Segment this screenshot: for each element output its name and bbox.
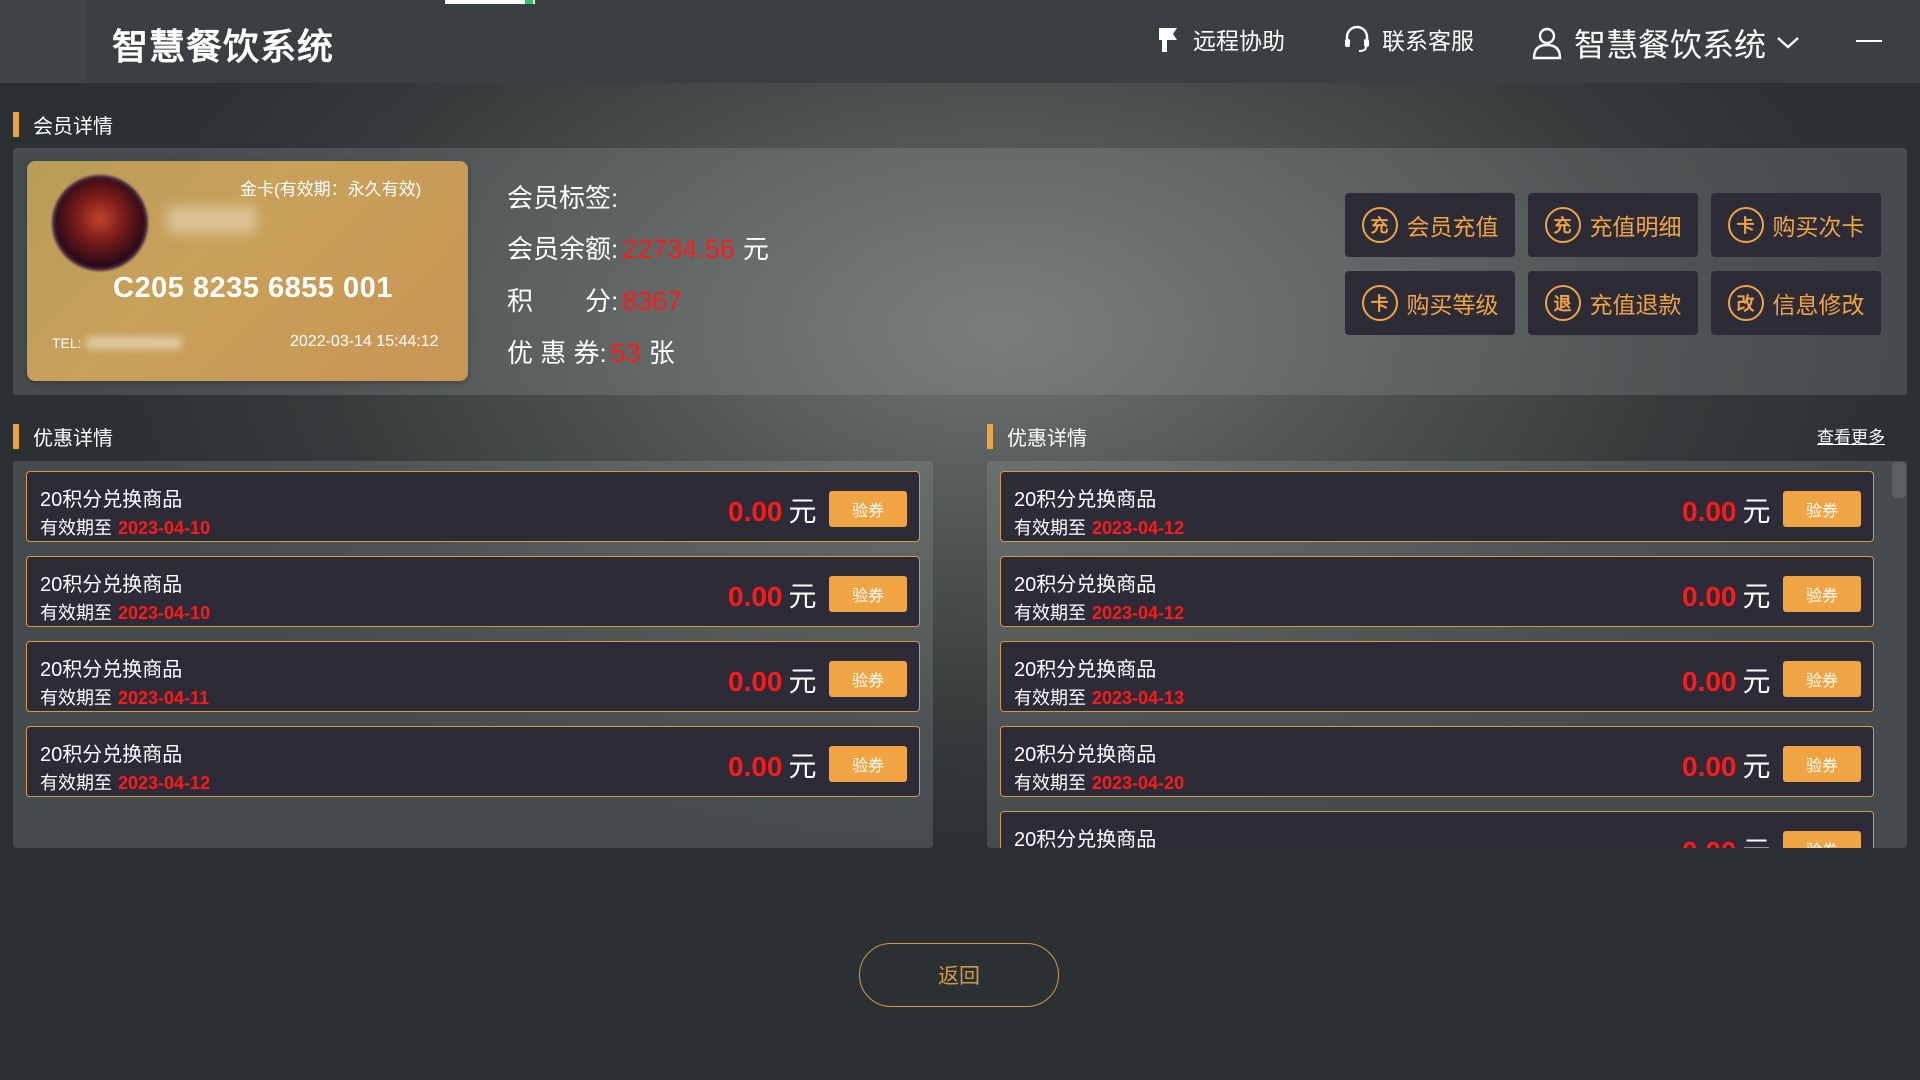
recharge-refund-button[interactable]: 退充值退款 [1528,271,1698,335]
coupon-item: 20积分兑换商品有效期至 2023-04-12 0.00 元验券 [26,726,920,797]
buy-level-button[interactable]: 卡购买等级 [1345,271,1515,335]
coupon-amount: 0.00元 [728,666,817,697]
remote-help-button[interactable]: 远程协助 [1153,22,1285,56]
verify-coupon-button[interactable]: 验券 [829,576,907,612]
coupon-name: 20积分兑换商品 [1014,489,1157,511]
coupon-expiry: 有效期至 2023-04-20 [1014,773,1185,793]
coupon-expiry: 有效期至 2023-04-12 [1014,518,1185,538]
member-recharge-button[interactable]: 充会员充值 [1345,193,1515,257]
user-menu[interactable]: 智慧餐饮系统 [1530,20,1800,66]
action-badge-icon: 退 [1544,285,1581,321]
action-label: 充值明细 [1589,214,1682,240]
verify-coupon-button[interactable]: 验券 [1783,661,1861,697]
coupon-expiry: 有效期至 2023-04-12 [40,773,211,793]
member-balance: 会员余额: 22734.56 元 [507,234,769,264]
coupon-amount: 0.00元 [1682,830,1771,848]
coupon-item: 20积分兑换商品有效期至 2023-04-12 0.00 元验券 [1000,556,1874,627]
coupon-name: 20积分兑换商品 [40,489,183,511]
card-date: 2022-03-14 15:44:12 [290,333,439,350]
user-menu-label: 智慧餐饮系统 [1574,27,1767,63]
member-points: 积 分: 8367 [507,286,683,316]
coupon-item: 20积分兑换商品有效期至 2023-04-20 0.00 元验券 [1000,726,1874,797]
member-coupons: 优 惠 券: 53 张 [507,338,675,368]
coupon-item: 20积分兑换商品有效期至 2023-04-11 0.00 元验券 [26,641,920,712]
chevron-down-icon [1777,37,1799,49]
coupon-expiry: 有效期至 2023-04-12 [1014,603,1185,623]
action-label: 购买等级 [1406,292,1499,318]
action-badge-icon: 卡 [1727,207,1764,243]
coupon-amount: 0.00元 [728,581,817,612]
coupon-name: 20积分兑换商品 [1014,744,1157,766]
coupon-item: 20积分兑换商品有效期至 2023-04-10 0.00 元验券 [26,471,920,542]
coupon-expiry: 有效期至 2023-04-10 [40,518,211,538]
customer-service-button[interactable]: 联系客服 [1342,22,1474,56]
action-label: 信息修改 [1772,292,1865,318]
coupon-name: 20积分兑换商品 [1014,659,1157,681]
avatar [52,175,148,271]
verify-coupon-button[interactable]: 验券 [1783,746,1861,782]
action-badge-icon: 充 [1361,207,1398,243]
verify-coupon-button[interactable]: 验券 [1783,831,1861,848]
member-tags: 会员标签: [507,183,619,213]
status-indicator [445,0,535,4]
action-badge-icon: 改 [1727,285,1764,321]
verify-coupon-button[interactable]: 验券 [829,746,907,782]
action-badge-icon: 卡 [1361,285,1398,321]
recharge-detail-button[interactable]: 充充值明细 [1528,193,1698,257]
coupons-value: 53 [610,338,641,368]
right-coupon-panel: 20积分兑换商品 有效期至 2023-04-12 0.00 元验券 20积分兑换商品 有效期… [987,461,1907,848]
coupon-name: 20积分兑换商品 [40,744,183,766]
app-title: 智慧餐饮系统 [112,26,335,67]
coupon-item: 20积分兑换商品有效期至 2023-04-10 0.00 元验券 [26,556,920,627]
top-bar: 智慧餐饮系统 远程协助 联系客服 智慧餐饮系统 [0,0,1920,83]
coupon-amount: 0.00元 [1682,666,1771,697]
coupon-expiry: 有效期至 2023-04-13 [1014,688,1185,708]
coupon-item: 20积分兑换商品有效期至 2023-04-12 0.00 元验券 [1000,471,1874,542]
card-tel: TEL: [52,335,182,351]
card-number: C205 8235 6855 001 [113,272,393,304]
verify-coupon-button[interactable]: 验券 [829,661,907,697]
coupon-amount: 0.00元 [1682,496,1771,527]
edit-info-button[interactable]: 改信息修改 [1711,271,1881,335]
view-more-link[interactable]: 查看更多 [1817,423,1885,448]
points-value: 8367 [622,286,683,316]
coupon-name: 20积分兑换商品 [40,574,183,596]
coupon-amount: 0.00元 [1682,581,1771,612]
coupon-amount: 0.00元 [1682,751,1771,782]
verify-coupon-button[interactable]: 验券 [1783,576,1861,612]
action-label: 充值退款 [1589,292,1682,318]
coupon-name: 20积分兑换商品 [1014,829,1157,848]
member-card: 金卡(有效期：永久有效) C205 8235 6855 001 TEL: 202… [27,161,468,381]
user-icon [1532,27,1562,60]
coupon-expiry: 有效期至 2023-04-11 [40,688,210,708]
verify-coupon-button[interactable]: 验券 [829,491,907,527]
action-badge-icon: 充 [1544,207,1581,243]
verify-coupon-button[interactable]: 验券 [1783,491,1861,527]
coupon-name: 20积分兑换商品 [1014,574,1157,596]
coupon-item: 20积分兑换商品有效期至 2023-04-13 0.00 元验券 [1000,641,1874,712]
left-coupon-section-title: 优惠详情 [13,422,113,451]
left-coupon-panel: 20积分兑换商品 有效期至 2023-04-10 0.00 元验券 20积分兑换商品 有效期… [13,461,933,848]
right-coupon-section-title: 优惠详情 [987,422,1087,451]
coupon-amount: 0.00元 [728,751,817,782]
remote-help-label: 远程协助 [1193,28,1285,54]
customer-service-label: 联系客服 [1382,28,1474,54]
action-label: 会员充值 [1406,214,1499,240]
remote-help-icon [1159,28,1177,52]
headset-icon [1345,25,1369,52]
back-button[interactable]: 返回 [859,943,1059,1007]
card-level: 金卡(有效期：永久有效) [240,180,422,199]
coupon-expiry: 有效期至 2023-04-10 [40,603,211,623]
sidebar-toggle-area[interactable] [0,0,86,83]
member-section-title: 会员详情 [13,110,113,139]
member-name-blurred [167,206,257,234]
balance-value: 22734.56 [622,234,735,264]
buy-times-card-button[interactable]: 卡购买次卡 [1711,193,1881,257]
coupon-item: 20积分兑换商品有效期至0.00元验券 [1000,811,1874,848]
minimize-icon[interactable] [1856,40,1882,42]
coupon-amount: 0.00元 [728,496,817,527]
action-label: 购买次卡 [1772,214,1865,240]
coupon-name: 20积分兑换商品 [40,659,183,681]
scrollbar-thumb[interactable] [1892,462,1906,498]
